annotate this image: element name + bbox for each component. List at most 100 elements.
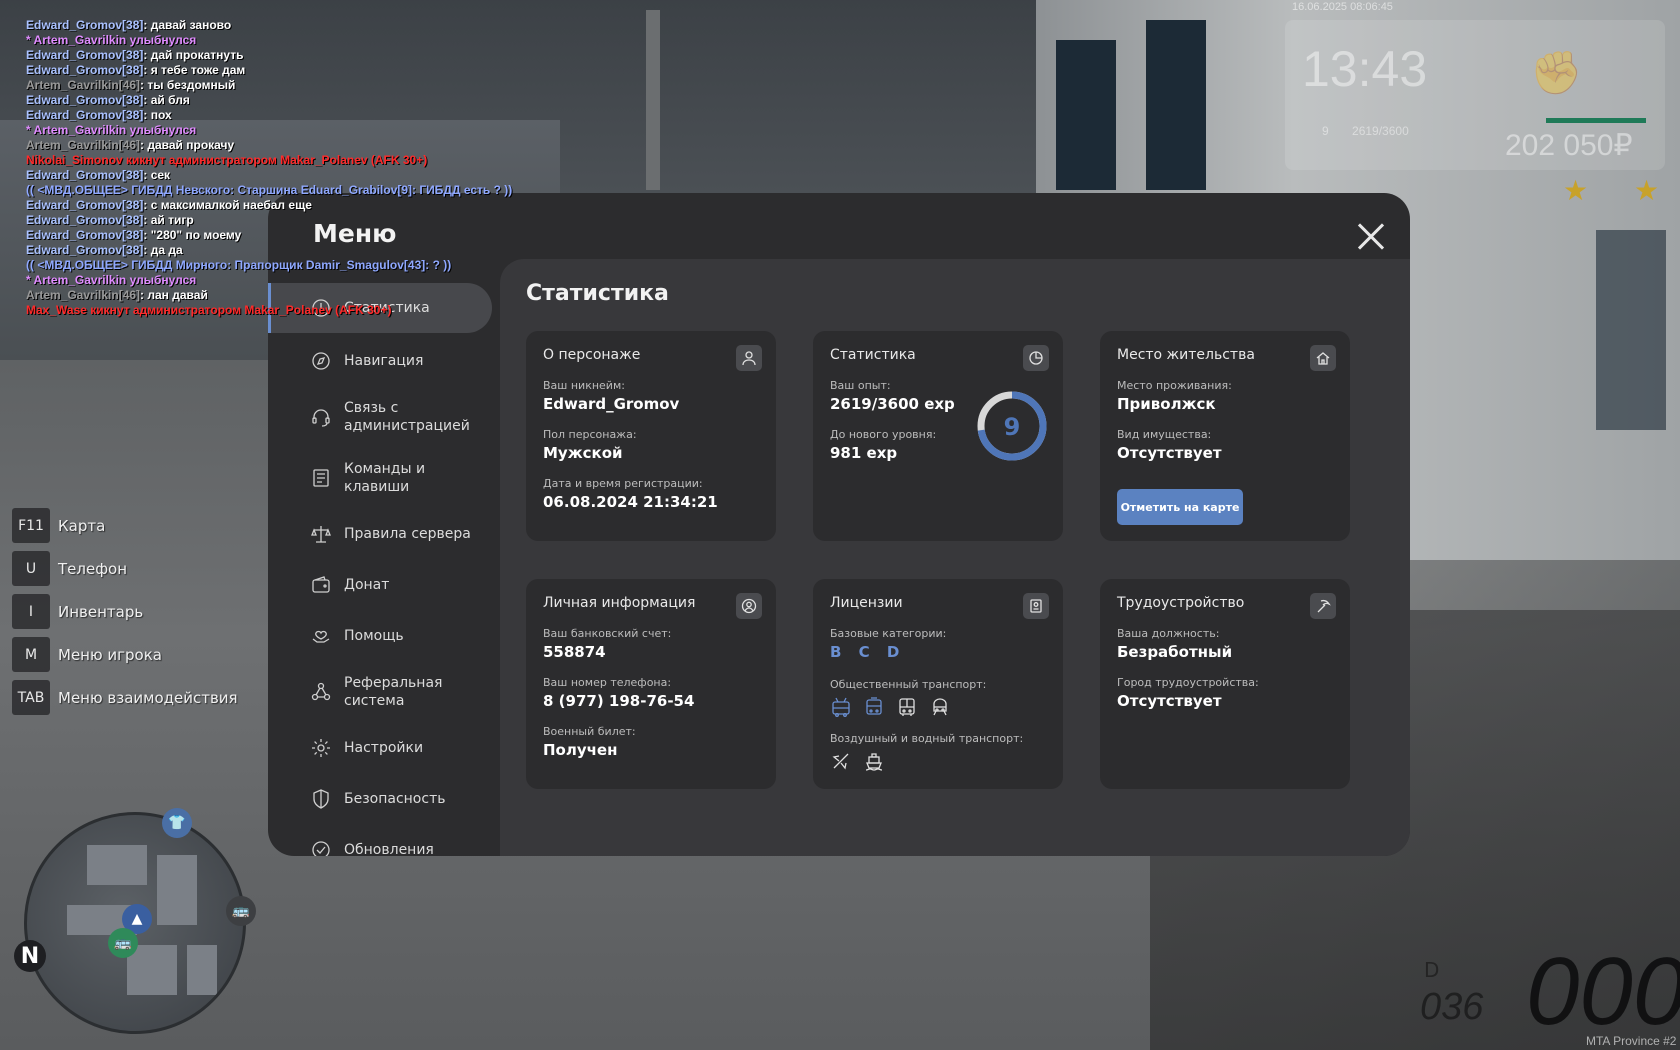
chat-log: Edward_Gromov[38]: давай заново * Artem_G… <box>26 18 512 318</box>
chat-line: Artem_Gavrilkin[46]: давай прокачу <box>26 138 512 153</box>
key-hint-u: U Телефон <box>12 551 238 586</box>
nav-item-4[interactable]: Правила сервера <box>268 511 492 557</box>
headset-icon <box>312 409 330 427</box>
wanted-star-icon: ★ <box>1634 174 1660 207</box>
nav-item-6[interactable]: Помощь <box>268 613 492 659</box>
chat-author: Edward_Gromov[38] <box>26 228 144 242</box>
chat-message: : ты бездомный <box>140 78 236 92</box>
chat-message: : пох <box>143 108 172 122</box>
chat-line: Artem_Gavrilkin[46]: ты бездомный <box>26 78 512 93</box>
residence-value: Приволжск <box>1117 395 1216 413</box>
hint-key: F11 <box>12 508 50 543</box>
chat-message: : давай прокачу <box>140 138 235 152</box>
card-residence: Место жительства Место проживания: Приво… <box>1100 331 1350 541</box>
hint-label: Меню игрока <box>58 645 162 664</box>
chat-line: * Artem_Gavrilkin улыбнулся <box>26 273 512 288</box>
nav-item-8[interactable]: Настройки <box>268 725 492 771</box>
nav-item-9[interactable]: Безопасность <box>268 776 492 822</box>
tram-icon <box>866 697 882 715</box>
chat-line: Edward_Gromov[38]: ай тигр <box>26 213 512 228</box>
wanted-star-icon: ★ <box>1563 174 1589 207</box>
nav-item-label: Помощь <box>344 628 404 644</box>
card-title: Трудоустройство <box>1117 595 1245 611</box>
chimney <box>646 10 660 190</box>
property-value: Отсутствует <box>1117 444 1222 462</box>
nav-item-label: Настройки <box>344 740 424 756</box>
chat-message: : с максималкой наебал еще <box>143 198 312 212</box>
work-city-value: Отсутствует <box>1117 692 1222 710</box>
hud-level: 9 <box>1322 124 1329 138</box>
train-icon <box>933 698 947 716</box>
chat-message: : да да <box>143 243 183 257</box>
nav-item-7[interactable]: Реферальная система <box>268 664 492 720</box>
refresh-icon <box>312 841 330 856</box>
registration-value: 06.08.2024 21:34:21 <box>543 493 718 511</box>
position-label: Ваша должность: <box>1117 627 1220 640</box>
gender-value: Мужской <box>543 444 623 462</box>
gear-indicator: D <box>1424 958 1440 982</box>
close-button[interactable] <box>1354 219 1388 253</box>
north-indicator: N <box>14 940 46 972</box>
chat-line: * Artem_Gavrilkin улыбнулся <box>26 123 512 138</box>
gear-icon <box>312 739 330 757</box>
xp-label: Ваш опыт: <box>830 379 891 392</box>
map-block <box>87 845 147 885</box>
card-licenses: Лицензии Базовые категории: B C D Общест… <box>813 579 1063 789</box>
chat-line: Edward_Gromov[38]: пох <box>26 108 512 123</box>
user-circle-icon <box>736 593 762 619</box>
chat-message: : сек <box>143 168 171 182</box>
chat-author: * Artem_Gavrilkin улыбнулся <box>26 123 197 137</box>
residence-label: Место проживания: <box>1117 379 1232 392</box>
compass-icon <box>312 352 330 370</box>
server-name: MTA Province #2 <box>1586 1034 1677 1048</box>
chat-line: Edward_Gromov[38]: "280" по моему <box>26 228 512 243</box>
card-statistics: Статистика Ваш опыт: 2619/3600 exp До но… <box>813 331 1063 541</box>
chat-line: Max_Wase кикнут администратором Makar_Po… <box>26 303 512 318</box>
chat-author: Artem_Gavrilkin[46] <box>26 288 141 302</box>
shield-icon <box>313 789 329 809</box>
chat-author: Edward_Gromov[38] <box>26 198 144 212</box>
chat-author: * Artem_Gavrilkin улыбнулся <box>26 33 197 47</box>
airplane-icon <box>832 753 849 770</box>
bank-account-value: 558874 <box>543 643 606 661</box>
hint-key: TAB <box>12 680 50 715</box>
network-icon <box>311 682 331 701</box>
hud-xp-value: 2619/3600 <box>1352 124 1409 138</box>
fuel-indicator: 036 <box>1420 986 1484 1028</box>
hint-key: I <box>12 594 50 629</box>
license-card-icon <box>1023 593 1049 619</box>
card-character: О персонаже Ваш никнейм: Edward_Gromov П… <box>526 331 776 541</box>
nav-item-label: Донат <box>344 577 390 593</box>
nav-item-2[interactable]: Связь с администрацией <box>268 389 492 445</box>
bus-icon <box>899 698 915 716</box>
chat-author: Edward_Gromov[38] <box>26 168 144 182</box>
fist-icon: ✊ <box>1530 48 1583 97</box>
xp-value: 2619/3600 exp <box>830 395 955 413</box>
nav-item-5[interactable]: Донат <box>268 562 492 608</box>
card-title: Лицензии <box>830 595 903 611</box>
nav-item-10[interactable]: Обновления <box>268 827 492 856</box>
chat-author: Nikolai_Simonov кикнут администратором M… <box>26 153 428 167</box>
next-level-value: 981 exp <box>830 444 898 462</box>
chat-line: Edward_Gromov[38]: я тебе тоже дам <box>26 63 512 78</box>
public-transport-icons <box>830 696 951 718</box>
wallet-icon <box>312 576 330 593</box>
hint-label: Карта <box>58 516 106 535</box>
mark-on-map-button[interactable]: Отметить на карте <box>1117 489 1243 525</box>
nav-item-label: Реферальная система <box>344 675 443 709</box>
chat-author: Edward_Gromov[38] <box>26 63 144 77</box>
chat-line: * Artem_Gavrilkin улыбнулся <box>26 33 512 48</box>
hint-label: Телефон <box>58 559 128 578</box>
base-categories-label: Базовые категории: <box>830 627 947 640</box>
key-hints: F11 Карта U Телефон I Инвентарь M Меню игрока TA… <box>12 508 238 723</box>
chat-message: : дай прокатнуть <box>143 48 244 62</box>
map-block <box>157 855 197 925</box>
phone-label: Ваш номер телефона: <box>543 676 672 689</box>
nav-item-label: Навигация <box>344 353 424 369</box>
nav-item-3[interactable]: Команды и клавиши <box>268 450 492 506</box>
building-window <box>1146 20 1206 190</box>
nav-item-1[interactable]: Навигация <box>268 338 492 384</box>
chat-line: (( <МВД.ОБЩЕЕ> ГИБДД Невского: Старшина … <box>26 183 512 198</box>
card-title: Статистика <box>830 347 916 363</box>
chat-author: Edward_Gromov[38] <box>26 93 144 107</box>
